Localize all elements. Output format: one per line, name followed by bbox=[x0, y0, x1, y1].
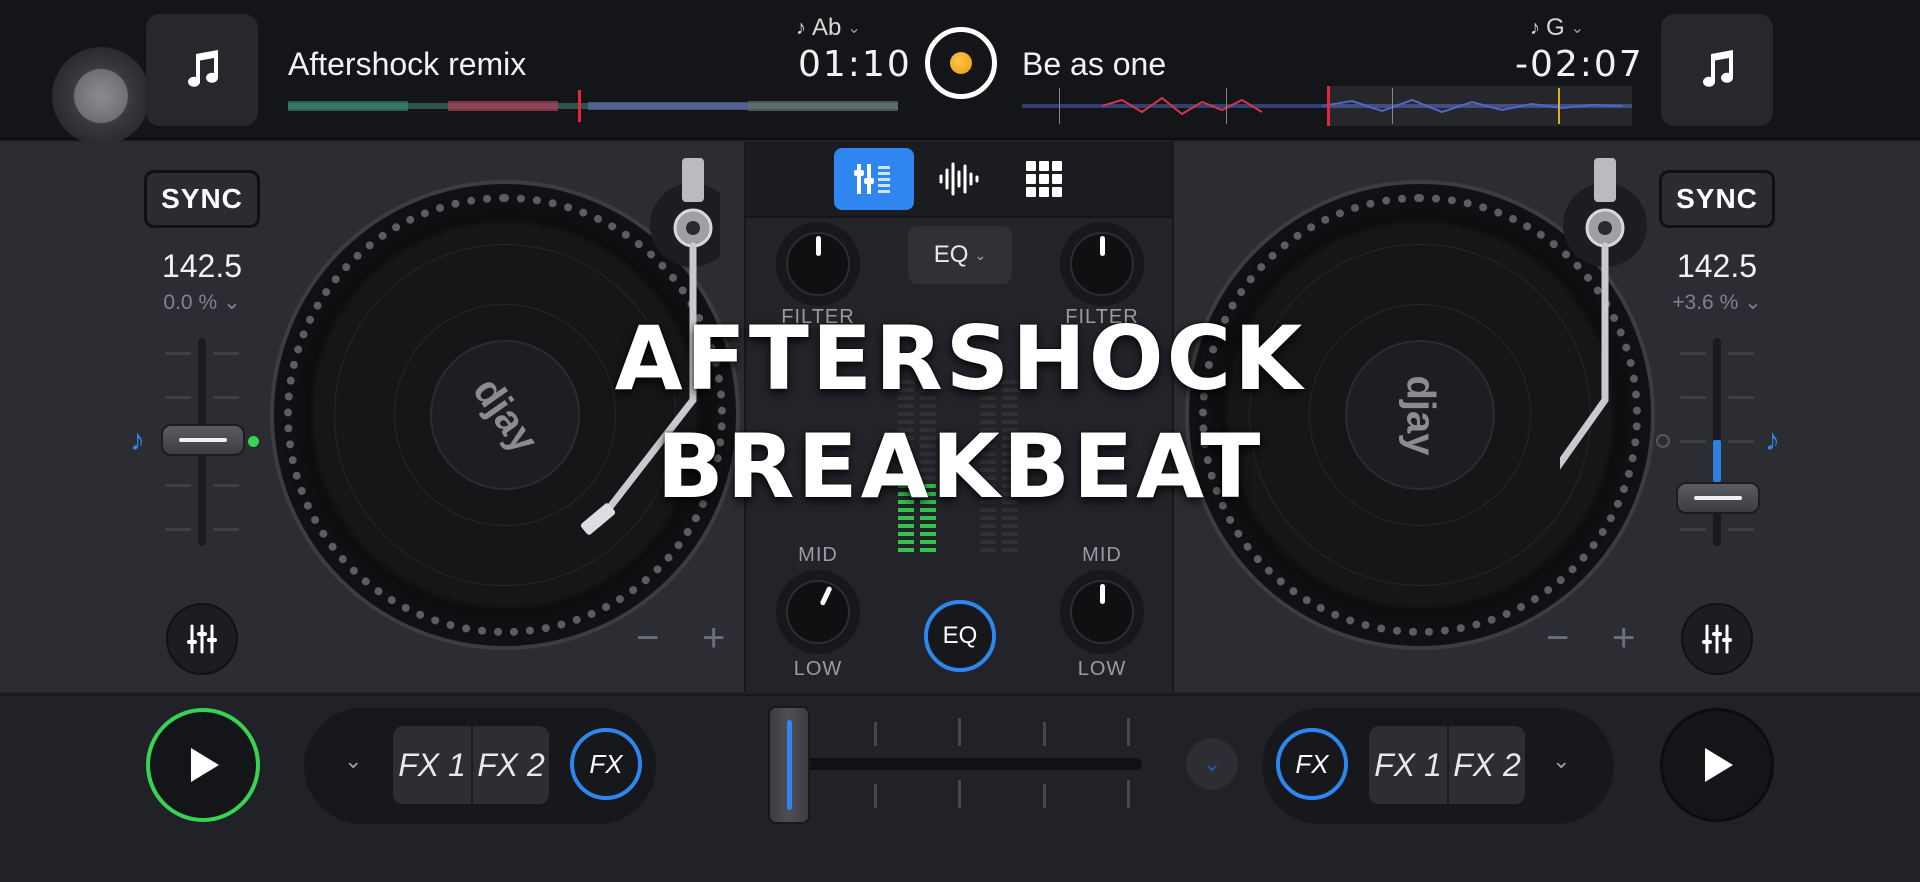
knob-indicator bbox=[1100, 584, 1105, 604]
left-waveform-overview[interactable] bbox=[288, 86, 898, 126]
music-note-icon bbox=[188, 50, 218, 87]
sliders-icon bbox=[1702, 624, 1732, 654]
left-tempo-minus-button[interactable]: − bbox=[636, 616, 659, 661]
left-elapsed-time: 01:10 bbox=[798, 44, 912, 85]
left-track-artwork[interactable] bbox=[146, 14, 258, 126]
knob-indicator bbox=[819, 585, 833, 607]
eq-mode-dropdown[interactable]: EQ ⌄ bbox=[908, 226, 1012, 284]
right-key-display[interactable]: ♪ G ⌄ bbox=[1530, 14, 1584, 42]
right-track-artwork[interactable] bbox=[1661, 14, 1773, 126]
left-low-knob[interactable] bbox=[776, 570, 860, 654]
chevron-down-icon: ⌄ bbox=[1570, 20, 1585, 37]
overlay-title-line1: AFTERSHOCK bbox=[614, 307, 1306, 410]
crossfader-thumb[interactable] bbox=[768, 706, 810, 824]
pitch-tick bbox=[213, 528, 239, 531]
left-bpm[interactable]: 142.5 bbox=[132, 248, 272, 285]
tab-waveform[interactable] bbox=[919, 148, 999, 210]
right-tempo-plus-button[interactable]: + bbox=[1612, 616, 1635, 661]
chevron-down-icon[interactable]: ⌄ bbox=[344, 748, 362, 774]
right-fx-toggle-button[interactable]: FX bbox=[1276, 728, 1348, 800]
knob-indicator bbox=[816, 236, 821, 256]
right-key-value: G bbox=[1546, 14, 1565, 41]
right-remaining-time: -02:07 bbox=[1515, 44, 1644, 85]
chevron-down-icon: ⌄ bbox=[847, 20, 861, 37]
crossfader-tick bbox=[1127, 718, 1130, 746]
music-note-icon bbox=[1703, 50, 1733, 87]
crossfader-tick bbox=[1127, 780, 1130, 808]
crossfader-tick bbox=[958, 780, 961, 808]
left-key-display[interactable]: ♪ Ab ⌄ bbox=[796, 14, 861, 42]
play-icon bbox=[191, 748, 219, 782]
chevron-down-icon[interactable]: ⌄ bbox=[1552, 748, 1570, 774]
music-note-icon: ♪ bbox=[796, 16, 806, 39]
right-track-title[interactable]: Be as one bbox=[1022, 46, 1166, 83]
left-track-title[interactable]: Aftershock remix bbox=[288, 46, 526, 83]
overlay-title: AFTERSHOCK BREAKBEAT bbox=[0, 305, 1920, 521]
tab-mixer[interactable] bbox=[834, 148, 914, 210]
right-mid-label: MID bbox=[1082, 544, 1122, 566]
eq-mode-label: EQ bbox=[933, 241, 969, 268]
record-dot-icon bbox=[950, 52, 972, 74]
sliders-icon bbox=[187, 624, 217, 654]
pitch-tick bbox=[1728, 528, 1754, 531]
left-fx-toggle-button[interactable]: FX bbox=[570, 728, 642, 800]
right-fx1-button[interactable]: FX 1 bbox=[1369, 726, 1447, 804]
crossfader-track[interactable] bbox=[770, 758, 1142, 770]
knob-indicator bbox=[1100, 236, 1105, 256]
music-note-icon: ♪ bbox=[1530, 16, 1540, 39]
left-sync-button[interactable]: SYNC bbox=[144, 170, 260, 228]
play-icon bbox=[1705, 748, 1733, 782]
center-record-button[interactable] bbox=[925, 27, 997, 99]
right-eq-settings-button[interactable] bbox=[1681, 603, 1753, 675]
grid-tab-icon bbox=[1026, 161, 1062, 197]
mixer-tab-icon bbox=[854, 164, 890, 194]
right-filter-knob[interactable] bbox=[1060, 222, 1144, 306]
left-filter-knob[interactable] bbox=[776, 222, 860, 306]
left-play-button[interactable] bbox=[146, 708, 260, 822]
eq-button[interactable]: EQ bbox=[924, 600, 996, 672]
chevron-down-icon[interactable]: ⌄ bbox=[1186, 738, 1238, 790]
left-eq-settings-button[interactable] bbox=[166, 603, 238, 675]
right-low-label: LOW bbox=[1077, 658, 1127, 680]
left-tempo-plus-button[interactable]: + bbox=[702, 616, 725, 661]
right-fx2-button[interactable]: FX 2 bbox=[1447, 726, 1525, 804]
left-fx2-button[interactable]: FX 2 bbox=[471, 726, 549, 804]
left-mid-label: MID bbox=[798, 544, 838, 566]
tab-pads[interactable] bbox=[1004, 148, 1084, 210]
crossfader-tick bbox=[1043, 722, 1046, 746]
overlay-title-line2: BREAKBEAT bbox=[656, 415, 1264, 518]
crossfader-tick bbox=[874, 722, 877, 746]
right-waveform-overview[interactable] bbox=[1022, 86, 1632, 126]
crossfader-tick bbox=[874, 784, 877, 808]
left-key-value: Ab bbox=[812, 14, 842, 41]
right-low-knob[interactable] bbox=[1060, 570, 1144, 654]
waveform-tab-icon bbox=[939, 162, 979, 196]
right-tempo-minus-button[interactable]: − bbox=[1546, 616, 1569, 661]
crossfader-tick bbox=[1043, 784, 1046, 808]
crossfader-tick bbox=[958, 718, 961, 746]
chevron-down-icon: ⌄ bbox=[974, 246, 987, 263]
left-low-label: LOW bbox=[793, 658, 843, 680]
right-play-button[interactable] bbox=[1660, 708, 1774, 822]
assistive-touch-button[interactable] bbox=[52, 47, 150, 145]
pitch-tick bbox=[165, 528, 191, 531]
left-fx1-button[interactable]: FX 1 bbox=[393, 726, 471, 804]
